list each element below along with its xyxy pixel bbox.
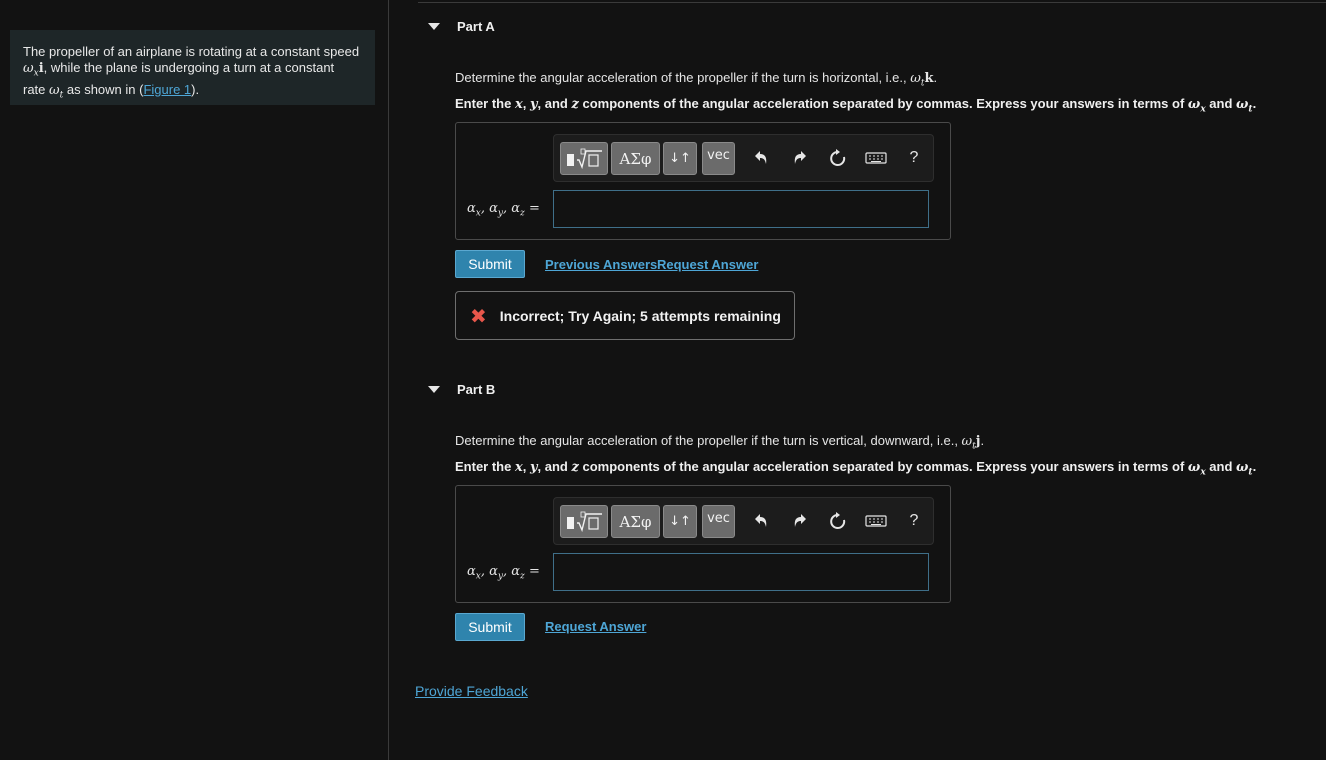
collapse-caret-icon[interactable] xyxy=(428,23,440,30)
part-b-submit-button[interactable]: Submit xyxy=(455,613,525,641)
vec-button[interactable]: vec xyxy=(702,505,735,538)
part-a-title: Part A xyxy=(457,19,495,34)
problem-intro: The propeller of an airplane is rotating… xyxy=(10,30,375,105)
part-b-input-label: αx, αy, αz = xyxy=(467,564,540,582)
templates-icon xyxy=(567,148,602,169)
keyboard-icon[interactable] xyxy=(864,510,888,532)
help-icon[interactable]: ? xyxy=(903,147,925,169)
top-divider xyxy=(418,2,1326,3)
part-b-header[interactable]: Part B xyxy=(428,382,495,397)
part-b-answer-box: ΑΣφ ↓↑ vec ? αx, αy, αz = xyxy=(455,485,951,603)
part-a-input-label: αx, αy, αz = xyxy=(467,201,540,219)
undo-icon[interactable] xyxy=(750,510,772,532)
symbols-icon: ΑΣφ xyxy=(619,149,652,168)
templates-button[interactable] xyxy=(560,505,608,538)
part-a-answer-box: ΑΣφ ↓↑ vec ? αx, αy, αz = xyxy=(455,122,951,240)
part-b-title: Part B xyxy=(457,382,496,397)
part-a-header[interactable]: Part A xyxy=(428,19,495,34)
undo-icon[interactable] xyxy=(750,147,772,169)
part-a-question: Determine the angular acceleration of th… xyxy=(455,70,938,89)
incorrect-x-icon: ✖ xyxy=(470,303,487,328)
help-icon[interactable]: ? xyxy=(903,510,925,532)
templates-icon xyxy=(567,511,602,532)
reset-icon[interactable] xyxy=(827,147,849,169)
part-b-instruction: Enter the x, y, and z components of the … xyxy=(455,459,1257,478)
part-a-request-answer-link[interactable]: Request Answer xyxy=(657,257,758,272)
intro-line-2: ωxi, while the plane is undergoing a tur… xyxy=(23,60,335,79)
arrows-icon: ↓↑ xyxy=(669,151,691,166)
reset-icon[interactable] xyxy=(827,510,849,532)
part-b-answer-input[interactable] xyxy=(553,553,929,591)
arrows-button[interactable]: ↓↑ xyxy=(663,142,697,175)
keyboard-icon[interactable] xyxy=(864,147,888,169)
part-b-request-answer-link[interactable]: Request Answer xyxy=(545,619,646,634)
column-divider xyxy=(388,0,389,760)
math-toolbar: ΑΣφ ↓↑ vec ? xyxy=(553,497,934,545)
feedback-text: Incorrect; Try Again; 5 attempts remaini… xyxy=(499,307,781,324)
provide-feedback-link[interactable]: Provide Feedback xyxy=(415,683,528,699)
symbols-button[interactable]: ΑΣφ xyxy=(611,505,660,538)
part-a-answer-input[interactable] xyxy=(553,190,929,228)
symbols-icon: ΑΣφ xyxy=(619,512,652,531)
templates-button[interactable] xyxy=(560,142,608,175)
symbols-button[interactable]: ΑΣφ xyxy=(611,142,660,175)
figure-link[interactable]: Figure 1 xyxy=(143,82,191,97)
vec-button[interactable]: vec xyxy=(702,142,735,175)
previous-answers-link[interactable]: Previous Answers xyxy=(545,257,657,272)
feedback-message: ✖ Incorrect; Try Again; 5 attempts remai… xyxy=(455,291,795,340)
arrows-icon: ↓↑ xyxy=(669,514,691,529)
part-b-question: Determine the angular acceleration of th… xyxy=(455,433,985,452)
arrows-button[interactable]: ↓↑ xyxy=(663,505,697,538)
redo-icon[interactable] xyxy=(789,510,811,532)
math-toolbar: ΑΣφ ↓↑ vec ? xyxy=(553,134,934,182)
part-a-instruction: Enter the x, y, and z components of the … xyxy=(455,96,1257,115)
intro-line-3: rate ωt as shown in (Figure 1). xyxy=(23,81,200,101)
collapse-caret-icon[interactable] xyxy=(428,386,440,393)
part-a-submit-button[interactable]: Submit xyxy=(455,250,525,278)
redo-icon[interactable] xyxy=(789,147,811,169)
vec-icon: vec xyxy=(707,148,730,163)
vec-icon: vec xyxy=(707,511,730,526)
intro-line-1: The propeller of an airplane is rotating… xyxy=(23,44,360,59)
